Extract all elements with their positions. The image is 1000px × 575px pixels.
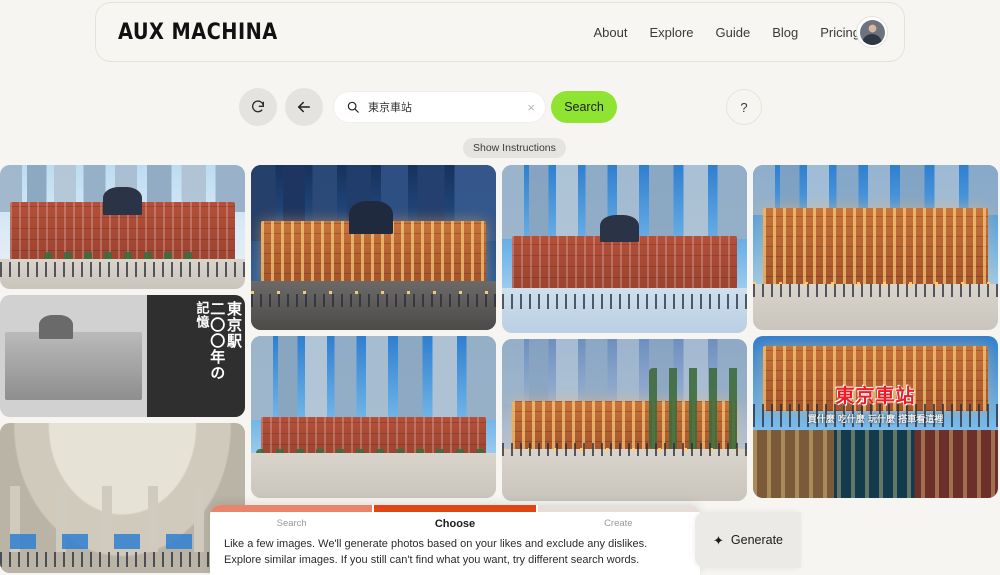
generate-button-label: Generate bbox=[730, 533, 784, 547]
image-tile-tokyo-station-plaza-skyscrapers[interactable] bbox=[251, 336, 496, 498]
grid-column-1: 東京駅 二〇〇年の 記憶 bbox=[0, 165, 245, 575]
book-title-col-3: 記憶 bbox=[193, 301, 209, 329]
avatar[interactable] bbox=[856, 16, 888, 48]
image-tile-tokyo-station-night-aerial[interactable] bbox=[251, 165, 496, 330]
workflow-description: Like a few images. We'll generate photos… bbox=[224, 538, 648, 566]
book-title-col-1: 東京駅 bbox=[225, 301, 243, 349]
image-tile-tokyo-station-interior-dome[interactable] bbox=[0, 423, 245, 573]
step-search[interactable]: Search bbox=[210, 518, 373, 530]
show-instructions-button[interactable]: Show Instructions bbox=[463, 138, 566, 158]
nav-item-pricing[interactable]: Pricing bbox=[820, 25, 860, 40]
nav-item-guide[interactable]: Guide bbox=[716, 25, 751, 40]
image-tile-tokyo-station-travel-guide-cover[interactable]: 東京車站 買什麼 吃什麼 玩什麼 搭車看這裡 bbox=[753, 336, 998, 498]
image-tile-tokyo-station-marunouchi-plaza[interactable] bbox=[502, 165, 747, 333]
nav-item-about[interactable]: About bbox=[593, 25, 627, 40]
image-tile-tokyo-station-evening-lamps[interactable] bbox=[502, 339, 747, 501]
book-title-col-2: 二〇〇年の bbox=[208, 301, 227, 381]
progress-segment-choose bbox=[374, 505, 536, 512]
back-button[interactable] bbox=[285, 88, 323, 126]
search-input-value: 東京車站 bbox=[368, 101, 412, 114]
site-header: AUX MACHINA About Explore Guide Blog Pri… bbox=[95, 2, 905, 62]
back-arrow-icon bbox=[298, 101, 310, 113]
image-tile-tokyo-station-archive-book-cover[interactable]: 東京駅 二〇〇年の 記憶 bbox=[0, 295, 245, 417]
workflow-panel: Search Choose Create Like a few images. … bbox=[210, 505, 700, 575]
nav-item-blog[interactable]: Blog bbox=[772, 25, 798, 40]
step-choose[interactable]: Choose bbox=[373, 518, 536, 530]
search-icon bbox=[347, 101, 359, 113]
main-nav: About Explore Guide Blog Pricing bbox=[593, 25, 886, 40]
sparkle-icon: ✦ bbox=[712, 532, 724, 548]
search-toolbar: 東京車站 × Search ? bbox=[0, 88, 1000, 128]
avatar-image bbox=[859, 19, 885, 45]
search-button[interactable]: Search bbox=[551, 91, 617, 123]
help-button[interactable]: ? bbox=[726, 89, 762, 125]
image-tile-tokyo-station-daytime-facade[interactable] bbox=[0, 165, 245, 289]
search-input[interactable]: 東京車站 × bbox=[333, 91, 546, 123]
book-cover-title-panel: 東京駅 二〇〇年の 記憶 bbox=[147, 295, 245, 417]
step-create[interactable]: Create bbox=[537, 518, 700, 530]
refresh-icon bbox=[252, 100, 264, 113]
refresh-button[interactable] bbox=[239, 88, 277, 126]
progress-segment-search bbox=[210, 505, 372, 512]
nav-item-explore[interactable]: Explore bbox=[649, 25, 693, 40]
image-tile-tokyo-station-twilight-illuminated[interactable] bbox=[753, 165, 998, 330]
workflow-progress bbox=[210, 505, 700, 512]
generate-button[interactable]: ✦ Generate bbox=[695, 512, 801, 568]
progress-segment-create bbox=[538, 505, 700, 512]
guide-cover-title: 東京車站 bbox=[835, 385, 916, 408]
clear-search-icon[interactable]: × bbox=[527, 101, 535, 114]
guide-cover-subtitle: 買什麼 吃什麼 玩什麼 搭車看這裡 bbox=[807, 415, 944, 426]
workflow-steps: Search Choose Create bbox=[210, 518, 700, 530]
site-logo[interactable]: AUX MACHINA bbox=[118, 20, 278, 45]
